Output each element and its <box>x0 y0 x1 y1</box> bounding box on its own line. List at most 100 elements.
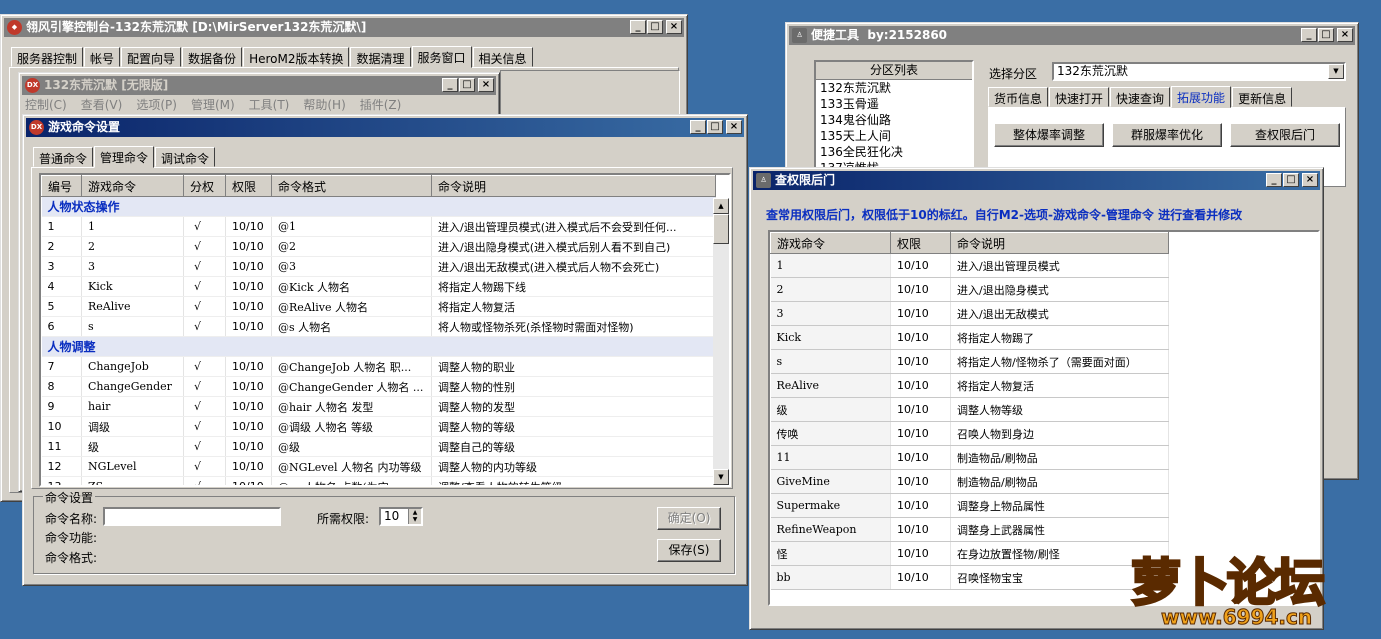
tool-tab[interactable]: 快速查询 <box>1110 87 1171 107</box>
command-column-header[interactable]: 命令说明 <box>431 175 716 197</box>
tool-titlebar[interactable]: ♙ 便捷工具 by:2152860 _ □ × <box>789 26 1355 45</box>
minimize-icon[interactable]: _ <box>1266 173 1282 187</box>
table-row[interactable]: 7 ChangeJob √ 10/10 @ChangeJob 人物名 职... 调整人物的… <box>41 356 716 377</box>
main-tab[interactable]: 帐号 <box>84 47 121 67</box>
m2-menu-item[interactable]: 选项(P) <box>136 96 177 113</box>
table-row[interactable]: Supermake 10/10 调整身上物品属性 <box>770 493 1169 518</box>
main-tab[interactable]: 数据清理 <box>350 47 411 67</box>
maximize-icon[interactable]: □ <box>1318 28 1334 42</box>
table-row[interactable]: ReAlive 10/10 将指定人物复活 <box>770 373 1169 398</box>
scroll-up-icon[interactable]: ▲ <box>713 198 729 214</box>
overall-droprate-button[interactable]: 整体爆率调整 <box>994 123 1104 147</box>
required-permission-spinner[interactable]: 10 ▲ ▼ <box>379 507 423 526</box>
tool-tab[interactable]: 快速打开 <box>1049 87 1110 107</box>
main-tab[interactable]: 服务器控制 <box>11 47 84 67</box>
table-row[interactable]: 4 Kick √ 10/10 @Kick 人物名 将指定人物踢下线 <box>41 276 716 297</box>
list-item[interactable]: 136全民狂化决 <box>816 144 972 160</box>
command-column-header[interactable]: 命令格式 <box>271 175 432 197</box>
chevron-down-icon[interactable]: ▼ <box>1328 64 1344 79</box>
table-row[interactable]: 传唤 10/10 召唤人物到身边 <box>770 421 1169 446</box>
main-tab[interactable]: 服务窗口 <box>411 46 472 68</box>
permission-column-header[interactable]: 权限 <box>890 232 951 254</box>
m2-server-titlebar[interactable]: DX 132东荒沉默 [无限版] _ □ × <box>22 76 496 95</box>
minimize-icon[interactable]: _ <box>1301 28 1317 42</box>
m2-menu-item[interactable]: 查看(V) <box>81 96 123 113</box>
table-row[interactable]: 11 10/10 制造物品/刷物品 <box>770 445 1169 470</box>
command-column-header[interactable]: 游戏命令 <box>81 175 184 197</box>
save-button[interactable]: 保存(S) <box>657 539 721 562</box>
command-column-header[interactable]: 编号 <box>41 175 82 197</box>
table-row[interactable]: Kick 10/10 将指定人物踢了 <box>770 325 1169 350</box>
table-row[interactable]: GiveMine 10/10 制造物品/刷物品 <box>770 469 1169 494</box>
permission-column-header[interactable]: 游戏命令 <box>770 232 891 254</box>
list-item[interactable]: 132东荒沉默 <box>816 80 972 96</box>
maximize-icon[interactable]: □ <box>459 78 475 92</box>
maximize-icon[interactable]: □ <box>647 20 663 34</box>
command-grid[interactable]: 编号 游戏命令 分权 权限 命令格式 命令说明 人物状态操作 1 1 √ 10/10 @1 进入/退出… <box>39 173 731 487</box>
table-row[interactable]: 级 10/10 调整人物等级 <box>770 397 1169 422</box>
close-icon[interactable]: × <box>1302 173 1318 187</box>
table-row[interactable]: 13 ZS √ 10/10 @zs 人物名 点数(为空... 调整/查看人物的转生等级 <box>41 476 716 485</box>
group-droprate-button[interactable]: 群服爆率优化 <box>1112 123 1222 147</box>
maximize-icon[interactable]: □ <box>707 120 723 134</box>
m2-menu-item[interactable]: 插件(Z) <box>360 96 402 113</box>
server-select[interactable]: 132东荒沉默 ▼ <box>1052 62 1346 81</box>
table-row[interactable]: 12 NGLevel √ 10/10 @NGLevel 人物名 内功等级 调整人物的内功等… <box>41 456 716 477</box>
command-tab[interactable]: 管理命令 <box>94 146 155 168</box>
table-row[interactable]: 8 ChangeGender √ 10/10 @ChangeGender 人物名 ...… <box>41 376 716 397</box>
table-row[interactable]: 1 1 √ 10/10 @1 进入/退出管理员模式(进入模式后不会受到任何... <box>41 216 716 237</box>
tool-tab[interactable]: 拓展功能 <box>1171 86 1232 108</box>
table-row[interactable]: s 10/10 将指定人物/怪物杀了（需要面对面） <box>770 349 1169 374</box>
table-row[interactable]: 2 2 √ 10/10 @2 进入/退出隐身模式(进入模式后别人看不到自己) <box>41 236 716 257</box>
permission-column-header[interactable]: 命令说明 <box>950 232 1169 254</box>
close-icon[interactable]: × <box>726 120 742 134</box>
command-tab[interactable]: 调试命令 <box>155 147 216 167</box>
table-row[interactable]: RefineWeapon 10/10 调整身上武器属性 <box>770 517 1169 542</box>
close-icon[interactable]: × <box>478 78 494 92</box>
command-name-input[interactable] <box>103 507 281 526</box>
scroll-down-icon[interactable]: ▼ <box>713 469 729 485</box>
permission-titlebar[interactable]: ♙ 查权限后门 _ □ × <box>753 171 1320 190</box>
close-icon[interactable]: × <box>1337 28 1353 42</box>
tool-tab[interactable]: 更新信息 <box>1232 87 1293 107</box>
m2-menu-item[interactable]: 管理(M) <box>191 96 235 113</box>
main-tab[interactable]: 相关信息 <box>472 47 533 67</box>
table-row[interactable]: bb 10/10 召唤怪物宝宝 <box>770 565 1169 590</box>
check-backdoor-button[interactable]: 查权限后门 <box>1230 123 1340 147</box>
command-grid-scrollbar[interactable]: ▲ ▼ <box>713 198 729 485</box>
table-row[interactable]: 怪 10/10 在身边放置怪物/刷怪 <box>770 541 1169 566</box>
main-tab[interactable]: 配置向导 <box>121 47 182 67</box>
confirm-button[interactable]: 确定(O) <box>657 507 721 530</box>
m2-menu-item[interactable]: 工具(T) <box>249 96 290 113</box>
m2-menu-item[interactable]: 帮助(H) <box>303 96 345 113</box>
main-tab[interactable]: HeroM2版本转换 <box>243 47 350 67</box>
table-row[interactable]: 5 ReAlive √ 10/10 @ReAlive 人物名 将指定人物复活 <box>41 296 716 317</box>
list-item[interactable]: 134鬼谷仙路 <box>816 112 972 128</box>
command-column-header[interactable]: 权限 <box>225 175 272 197</box>
table-row[interactable]: 2 10/10 进入/退出隐身模式 <box>770 277 1169 302</box>
table-row[interactable]: 1 10/10 进入/退出管理员模式 <box>770 253 1169 278</box>
spinner-arrows-icon[interactable]: ▲ ▼ <box>408 509 421 524</box>
table-row[interactable]: 10 调级 √ 10/10 @调级 人物名 等级 调整人物的等级 <box>41 416 716 437</box>
table-row[interactable]: 11 级 √ 10/10 @级 调整自己的等级 <box>41 436 716 457</box>
list-item[interactable]: 135天上人间 <box>816 128 972 144</box>
command-tab[interactable]: 普通命令 <box>33 147 94 167</box>
maximize-icon[interactable]: □ <box>1283 173 1299 187</box>
minimize-icon[interactable]: _ <box>690 120 706 134</box>
table-row[interactable]: 3 10/10 进入/退出无敌模式 <box>770 301 1169 326</box>
list-item[interactable]: 133玉骨遥 <box>816 96 972 112</box>
m2-menu-item[interactable]: 控制(C) <box>25 96 67 113</box>
minimize-icon[interactable]: _ <box>442 78 458 92</box>
tool-tab[interactable]: 货币信息 <box>988 87 1049 107</box>
command-column-header[interactable]: 分权 <box>183 175 226 197</box>
main-console-titlebar[interactable]: ◆ 翎风引擎控制台-132东荒沉默 [D:\MirServer132东荒沉默\]… <box>4 18 684 37</box>
command-settings-titlebar[interactable]: DX 游戏命令设置 _ □ × <box>26 118 744 137</box>
server-list[interactable]: 分区列表 132东荒沉默 133玉骨遥 134鬼谷仙路 135天上人间 136全民狂化决… <box>814 60 974 172</box>
table-row[interactable]: 3 3 √ 10/10 @3 进入/退出无敌模式(进入模式后人物不会死亡) <box>41 256 716 277</box>
table-row[interactable]: 9 hair √ 10/10 @hair 人物名 发型 调整人物的发型 <box>41 396 716 417</box>
close-icon[interactable]: × <box>666 20 682 34</box>
main-tab[interactable]: 数据备份 <box>182 47 243 67</box>
scroll-thumb[interactable] <box>713 214 729 244</box>
table-row[interactable]: 6 s √ 10/10 @s 人物名 将人物或怪物杀死(杀怪物时需面对怪物) <box>41 316 716 337</box>
minimize-icon[interactable]: _ <box>630 20 646 34</box>
